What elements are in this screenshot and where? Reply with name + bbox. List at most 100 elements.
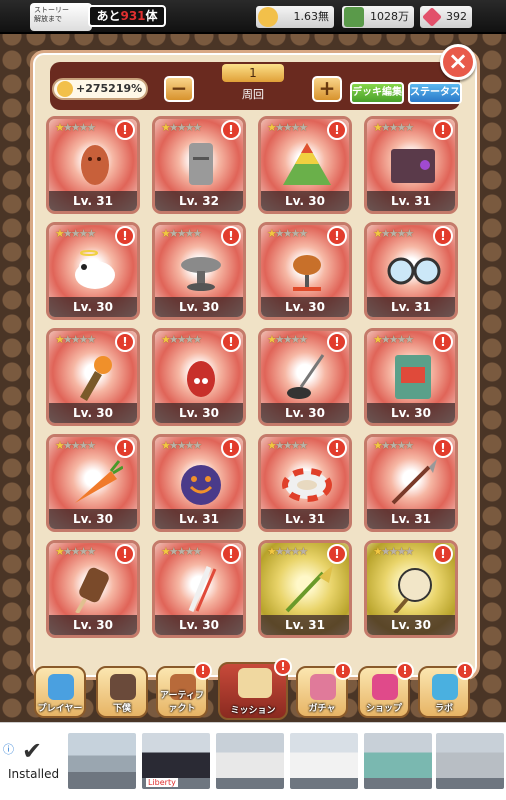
rarity-stars: ★★★★★ [161,121,202,134]
alert-badge: ! [194,662,212,680]
rarity-stars: ★★★★★ [161,439,202,452]
glove-icon [393,568,432,613]
story-unlock-label: ストーリー 解放まで [34,6,69,23]
spear-icon [391,459,437,505]
artifact-card[interactable]: ★★★★★! Lv. 31 [258,540,352,638]
status-button[interactable]: ステータス [408,82,462,104]
artifact-card[interactable]: ★★★★★! Lv. 30 [46,222,140,320]
nav-button[interactable]: プレイヤー [34,666,86,718]
rarity-stars: ★★★★★ [161,333,202,346]
rarity-stars: ★★★★★ [373,333,414,346]
alert-badge: ! [433,332,453,352]
nav-button[interactable]: ガチャ! [296,662,352,718]
level-label: Lv. 30 [155,615,243,635]
artifact-card[interactable]: ★★★★★! Lv. 30 [258,222,352,320]
artifact-card[interactable]: ★★★★★! Lv. 30 [364,540,458,638]
artifact-card[interactable]: ★★★★★! Lv. 31 [46,116,140,214]
moai-icon [189,143,213,185]
level-label: Lv. 30 [261,191,349,211]
level-label: Lv. 31 [367,509,455,529]
rarity-stars: ★★★★★ [55,439,96,452]
nav-icon [372,674,398,700]
carrot-icon [75,460,123,503]
rarity-stars: ★★★★★ [161,545,202,558]
alert-badge: ! [221,332,241,352]
artifact-card[interactable]: ★★★★★! Lv. 30 [152,328,246,426]
artifact-card[interactable]: ★★★★★! Lv. 31 [152,434,246,532]
level-label: Lv. 30 [261,297,349,317]
story-count: 931 [120,9,146,23]
nav-button[interactable]: アーティファクト! [156,662,212,718]
ad-installed-label: Installed [8,767,60,781]
artifact-card[interactable]: ★★★★★! Lv. 30 [46,540,140,638]
decrement-button[interactable]: − [164,76,194,102]
artifact-card[interactable]: ★★★★★! Lv. 30 [152,222,246,320]
alert-badge: ! [334,662,352,680]
bottom-navigation: プレイヤー 下僕 アーティファクト! ミッション! ガチャ! ショップ! ラボ! [0,658,506,722]
story-remaining-counter: あと931体 [88,5,166,27]
ad-car-image[interactable] [68,733,136,789]
ad-car-image[interactable] [290,733,358,789]
artifact-card[interactable]: ★★★★★! Lv. 31 [364,116,458,214]
alert-badge: ! [221,438,241,458]
top-status-bar: ストーリー 解放まで あと931体 1.63無 1028万 392 [0,0,506,34]
ring-icon [282,468,332,502]
artifact-card[interactable]: ★★★★★! Lv. 30 [46,434,140,532]
artifact-card[interactable]: ★★★★★! Lv. 30 [364,328,458,426]
nav-button[interactable]: 下僕 [96,666,148,718]
alert-badge: ! [327,544,347,564]
bowl-icon [181,257,221,291]
nav-button[interactable]: ラボ! [418,662,474,718]
nav-icon [238,668,272,698]
loop-label: 周回 [242,88,264,101]
level-label: Lv. 31 [49,191,137,211]
medal-value: 1028万 [370,10,409,23]
nav-button[interactable]: ショップ! [358,662,414,718]
artifact-card[interactable]: ★★★★★! Lv. 32 [152,116,246,214]
artifact-card[interactable]: ★★★★★! Lv. 30 [258,328,352,426]
gem-value: 392 [446,10,467,23]
story-unlock-icon[interactable]: ストーリー 解放まで [30,3,92,31]
artifact-card[interactable]: ★★★★★! Lv. 30 [46,328,140,426]
alert-badge: ! [327,438,347,458]
ad-car-image[interactable] [436,733,504,789]
ad-car-image[interactable] [364,733,432,789]
plunger-icon [287,354,325,399]
chopsticks-icon [188,566,217,612]
level-label: Lv. 31 [367,191,455,211]
nav-label: アーティファクト [160,691,204,714]
level-label: Lv. 30 [49,297,137,317]
level-label: Lv. 32 [155,191,243,211]
alert-badge: ! [327,120,347,140]
gem-icon [422,7,442,27]
artifact-card[interactable]: ★★★★★! Lv. 31 [258,434,352,532]
alert-badge: ! [433,226,453,246]
ad-car-image[interactable] [216,733,284,789]
artifact-card[interactable]: ★★★★★! Lv. 31 [364,222,458,320]
nav-label: ラボ [434,704,453,714]
alert-badge: ! [433,120,453,140]
increment-button[interactable]: + [312,76,342,102]
ad-car-image[interactable]: Liberty [142,733,210,789]
alert-badge: ! [396,662,414,680]
artifact-card[interactable]: ★★★★★! Lv. 30 [152,540,246,638]
story-suffix: 体 [145,9,158,23]
rarity-stars: ★★★★★ [373,121,414,134]
deck-edit-button[interactable]: デッキ編集 [350,82,404,104]
rarity-stars: ★★★★★ [267,121,308,134]
gem-counter: 392 [420,6,472,28]
rarity-stars: ★★★★★ [55,545,96,558]
info-icon[interactable]: ⓘ [3,741,14,757]
popsicle-icon [75,567,109,613]
ad-banner[interactable]: ⓘ ✔ Installed Liberty [0,722,506,800]
boost-value: +275219% [76,82,143,95]
level-label: Lv. 31 [261,509,349,529]
glasses-icon [387,257,441,285]
artifact-card[interactable]: ★★★★★! Lv. 30 [258,116,352,214]
nav-button[interactable]: ミッション! [218,658,292,720]
close-button[interactable]: × [440,44,476,80]
rarity-stars: ★★★★★ [267,333,308,346]
artifact-card[interactable]: ★★★★★! Lv. 31 [364,434,458,532]
nav-label: ショップ [365,704,402,714]
level-label: Lv. 30 [261,403,349,423]
